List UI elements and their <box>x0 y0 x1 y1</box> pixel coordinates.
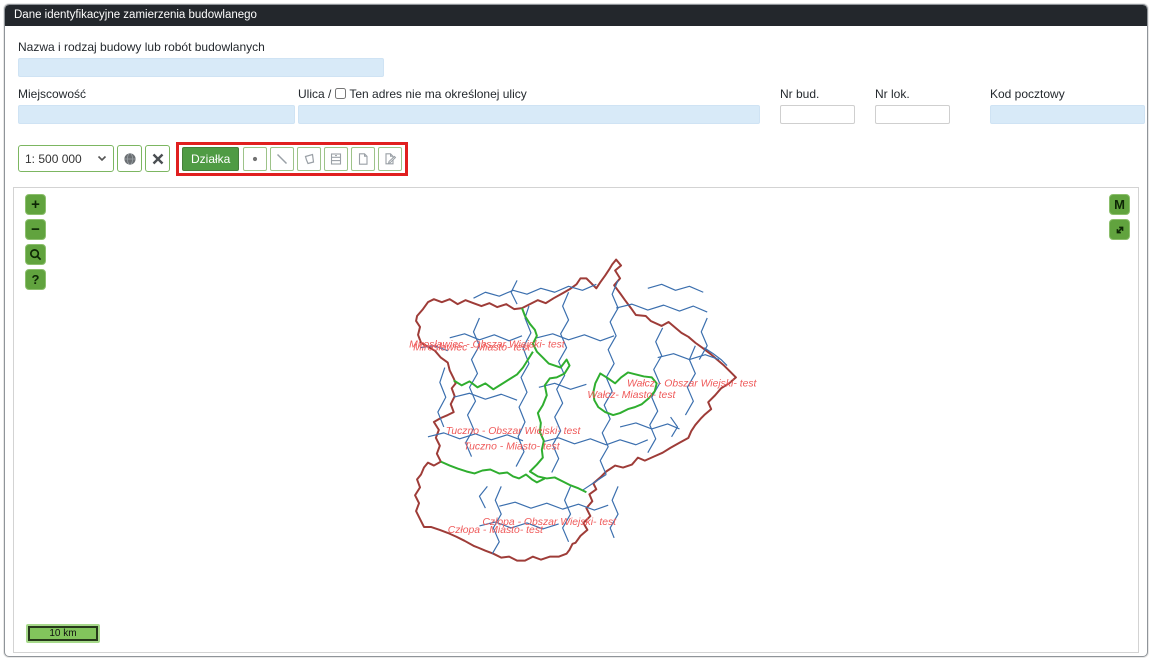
document-icon <box>356 152 370 166</box>
ulica-input[interactable] <box>298 105 760 124</box>
miejscowosc-field: Miejscowość <box>18 87 295 124</box>
draw-line-icon <box>275 152 289 166</box>
chevron-down-icon <box>97 155 107 162</box>
map-region-label: Człopa - Miasto- test <box>448 525 544 536</box>
scale-bar-label: 10 km <box>28 626 98 641</box>
cabinet-icon <box>329 152 343 166</box>
no-street-checkbox[interactable] <box>335 88 346 99</box>
nr-lok-label: Nr lok. <box>875 87 950 101</box>
nr-bud-input[interactable] <box>780 105 855 124</box>
m-mode-button[interactable]: M <box>1109 194 1130 215</box>
map-region-label: Tuczno - Miasto- test <box>464 442 561 453</box>
document-edit-button[interactable] <box>378 147 402 171</box>
clear-selection-button[interactable] <box>145 145 170 172</box>
dzialka-tools-highlight: Działka <box>176 142 408 176</box>
nr-lok-field: Nr lok. <box>875 87 950 124</box>
map-help-button[interactable]: ? <box>25 269 46 290</box>
map-region-label: Wałcz - Obszar Wiejski- test <box>627 378 758 389</box>
globe-button[interactable] <box>117 145 142 172</box>
scale-bar: 10 km <box>26 624 100 643</box>
nr-bud-field: Nr bud. <box>780 87 855 124</box>
map-region-label: Wałcz- Miasto- test <box>587 390 676 401</box>
close-icon <box>152 153 164 165</box>
draw-polygon-icon <box>302 152 316 166</box>
scale-select-value: 1: 500 000 <box>25 152 97 166</box>
globe-icon <box>123 152 137 166</box>
ulica-label-prefix: Ulica / <box>298 87 331 101</box>
construction-data-panel: Dane identyfikacyjne zamierzenia budowla… <box>4 4 1148 657</box>
diagonal-arrow-icon <box>1114 224 1126 236</box>
miejscowosc-input[interactable] <box>18 105 295 124</box>
map-zoom-controls: + − ? <box>25 194 46 294</box>
nazwa-input[interactable] <box>18 58 384 77</box>
panel-title: Dane identyfikacyjne zamierzenia budowla… <box>5 5 1147 26</box>
zoom-in-button[interactable]: + <box>25 194 46 215</box>
nazwa-label: Nazwa i rodzaj budowy lub robót budowlan… <box>18 40 1134 54</box>
kod-pocztowy-field: Kod pocztowy <box>990 87 1145 124</box>
draw-point-icon <box>248 152 262 166</box>
map-region-label: Tuczno - Obszar Wiejski- test <box>446 426 582 437</box>
magnifier-icon <box>29 248 42 261</box>
document-edit-icon <box>383 152 397 166</box>
dzialka-button[interactable]: Działka <box>182 147 239 171</box>
kod-pocztowy-input[interactable] <box>990 105 1145 124</box>
ulica-field: Ulica / Ten adres nie ma określonej ulicy <box>298 87 760 124</box>
map-toolbar: 1: 500 000 Działka <box>18 142 1147 175</box>
fullscreen-button[interactable] <box>1109 219 1130 240</box>
nr-lok-input[interactable] <box>875 105 950 124</box>
scale-select[interactable]: 1: 500 000 <box>18 145 114 172</box>
page: Dane identyfikacyjne zamierzenia budowla… <box>0 0 1153 661</box>
form-row-address: Miejscowość Ulica / Ten adres nie ma okre… <box>18 87 1134 124</box>
zoom-search-button[interactable] <box>25 244 46 265</box>
map-region-label: Mirosławiec - Miasto- test <box>413 343 531 354</box>
zoom-out-button[interactable]: − <box>25 219 46 240</box>
address-form: Nazwa i rodzaj budowy lub robót budowlan… <box>5 26 1147 124</box>
document-button[interactable] <box>351 147 375 171</box>
draw-point-button[interactable] <box>243 147 267 171</box>
nr-bud-label: Nr bud. <box>780 87 855 101</box>
draw-polygon-button[interactable] <box>297 147 321 171</box>
map-area[interactable]: Mirosławiec - Obszar Wiejski- test Miros… <box>13 187 1139 653</box>
map-right-controls: M <box>1109 194 1130 244</box>
map-canvas: Mirosławiec - Obszar Wiejski- test Miros… <box>14 188 1138 652</box>
no-street-label: Ten adres nie ma określonej ulicy <box>349 87 526 101</box>
cabinet-button[interactable] <box>324 147 348 171</box>
miejscowosc-label: Miejscowość <box>18 87 295 101</box>
draw-line-button[interactable] <box>270 147 294 171</box>
ulica-label: Ulica / Ten adres nie ma określonej ulicy <box>298 87 760 101</box>
kod-pocztowy-label: Kod pocztowy <box>990 87 1145 101</box>
form-row-name: Nazwa i rodzaj budowy lub robót budowlan… <box>18 40 1134 77</box>
parcel-boundaries <box>420 280 727 553</box>
